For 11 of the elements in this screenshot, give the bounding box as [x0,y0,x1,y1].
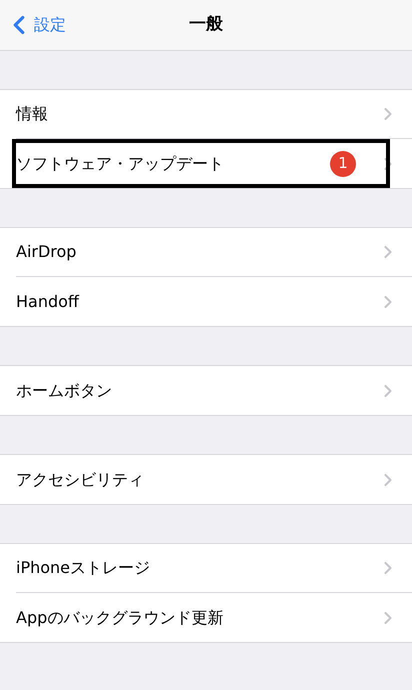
settings-row[interactable]: 情報 [16,90,412,139]
settings-row[interactable]: iPhoneストレージ [16,544,412,593]
settings-row[interactable]: アクセシビリティ [0,455,412,504]
settings-row[interactable]: Handoff [0,277,412,326]
notification-badge: 1 [330,150,356,176]
back-button[interactable]: 設定 [0,10,66,40]
settings-row[interactable]: ホームボタン [0,366,412,415]
page-title: 一般 [189,13,223,36]
settings-row[interactable]: ソフトウェア・アップデート 1 [0,139,412,188]
settings-row[interactable]: AirDrop [16,228,412,277]
settings-row[interactable]: Appのバックグラウンド更新 [0,593,412,642]
